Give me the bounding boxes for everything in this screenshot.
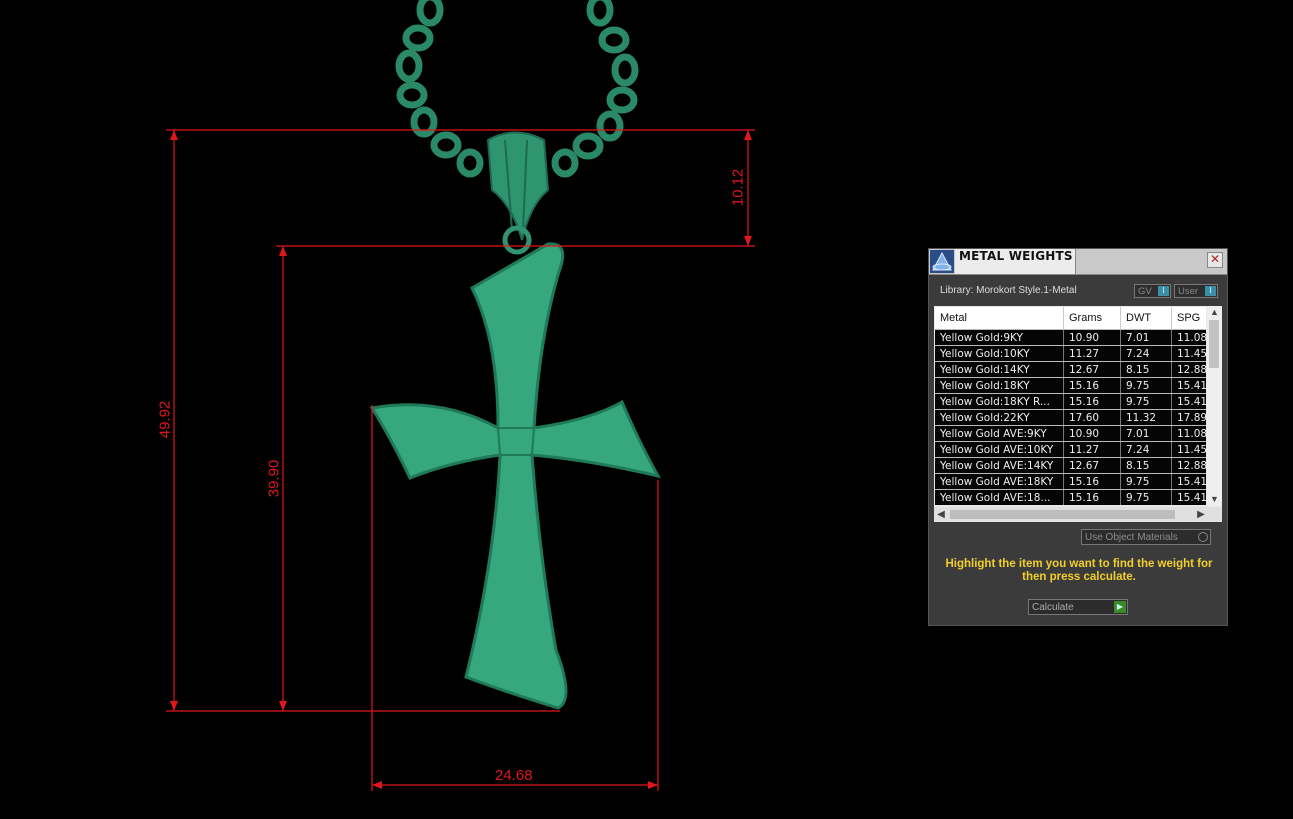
table-row[interactable]: Yellow Gold:14KY 12.67 8.15 12.88 bbox=[935, 361, 1206, 377]
library-label: Library: Morokort Style.1-Metal bbox=[940, 285, 1077, 296]
panel-title: METAL WEIGHTS bbox=[959, 249, 1073, 263]
horizontal-scrollbar[interactable]: ◀ ▶ bbox=[934, 507, 1222, 522]
table-row[interactable]: Yellow Gold AVE:10KY 11.27 7.24 11.45 bbox=[935, 441, 1206, 457]
cross bbox=[369, 242, 661, 710]
cell-grams: 12.67 bbox=[1064, 458, 1121, 473]
use-object-materials-label: Use Object Materials bbox=[1085, 532, 1178, 543]
cell-metal: Yellow Gold AVE:10KY bbox=[935, 442, 1064, 457]
cell-metal: Yellow Gold AVE:9KY bbox=[935, 426, 1064, 441]
column-header-metal[interactable]: Metal bbox=[935, 307, 1064, 329]
close-icon[interactable]: ✕ bbox=[1207, 252, 1223, 268]
table-row[interactable]: Yellow Gold:22KY 17.60 11.32 17.89 bbox=[935, 409, 1206, 425]
cell-spg: 15.41 bbox=[1172, 394, 1206, 409]
cell-spg: 15.41 bbox=[1172, 490, 1206, 505]
calculate-label: Calculate bbox=[1032, 602, 1074, 613]
toggle-switch-icon: I bbox=[1205, 286, 1216, 296]
cell-metal: Yellow Gold:18KY bbox=[935, 378, 1064, 393]
scroll-right-icon[interactable]: ▶ bbox=[1194, 507, 1208, 522]
gv-toggle-label: GV bbox=[1138, 286, 1152, 297]
table-header: Metal Grams DWT SPG bbox=[935, 307, 1206, 329]
calculate-button[interactable]: Calculate ▶ bbox=[1028, 599, 1128, 615]
cell-grams: 12.67 bbox=[1064, 362, 1121, 377]
user-toggle-label: User bbox=[1178, 286, 1199, 297]
cell-dwt: 9.75 bbox=[1121, 490, 1172, 505]
cell-metal: Yellow Gold:18KY R... bbox=[935, 394, 1064, 409]
cell-grams: 11.27 bbox=[1064, 346, 1121, 361]
table-row[interactable]: Yellow Gold:10KY 11.27 7.24 11.45 bbox=[935, 345, 1206, 361]
table-row[interactable]: Yellow Gold:18KY R... 15.16 9.75 15.41 bbox=[935, 393, 1206, 409]
cell-dwt: 7.24 bbox=[1121, 346, 1172, 361]
cell-dwt: 8.15 bbox=[1121, 458, 1172, 473]
cell-dwt: 7.01 bbox=[1121, 330, 1172, 345]
cell-dwt: 8.15 bbox=[1121, 362, 1172, 377]
metal-grid: Metal Grams DWT SPG Yellow Gold:9KY 10.90… bbox=[935, 307, 1206, 506]
cell-dwt: 9.75 bbox=[1121, 378, 1172, 393]
radio-circle-icon bbox=[1198, 532, 1208, 542]
gv-toggle[interactable]: GV I bbox=[1134, 284, 1171, 298]
cell-spg: 11.08 bbox=[1172, 330, 1206, 345]
hint-text: Highlight the item you want to find the … bbox=[945, 558, 1213, 583]
app-logo-icon bbox=[930, 250, 954, 273]
cell-metal: Yellow Gold:10KY bbox=[935, 346, 1064, 361]
cell-grams: 10.90 bbox=[1064, 426, 1121, 441]
cell-spg: 12.88 bbox=[1172, 458, 1206, 473]
bail bbox=[486, 131, 550, 241]
scroll-left-icon[interactable]: ◀ bbox=[934, 507, 948, 522]
metal-table: Metal Grams DWT SPG Yellow Gold:9KY 10.90… bbox=[934, 306, 1222, 522]
toggle-switch-icon: I bbox=[1158, 286, 1169, 296]
cell-grams: 15.16 bbox=[1064, 474, 1121, 489]
cell-dwt: 9.75 bbox=[1121, 394, 1172, 409]
cell-spg: 11.08 bbox=[1172, 426, 1206, 441]
cell-metal: Yellow Gold:22KY bbox=[935, 410, 1064, 425]
horizontal-scroll-thumb[interactable] bbox=[950, 510, 1175, 519]
dimension-width: 24.68 bbox=[495, 767, 533, 784]
vertical-scroll-thumb[interactable] bbox=[1209, 320, 1219, 368]
dimension-bail-height: 10.12 bbox=[729, 168, 747, 207]
cell-grams: 15.16 bbox=[1064, 394, 1121, 409]
cell-spg: 15.41 bbox=[1172, 378, 1206, 393]
play-icon: ▶ bbox=[1114, 601, 1126, 613]
scroll-up-icon[interactable]: ▲ bbox=[1207, 306, 1222, 319]
cell-metal: Yellow Gold:14KY bbox=[935, 362, 1064, 377]
dimension-overall-height: 49.92 bbox=[156, 400, 174, 439]
use-object-materials-toggle[interactable]: Use Object Materials bbox=[1081, 529, 1211, 545]
cell-grams: 15.16 bbox=[1064, 490, 1121, 505]
cell-metal: Yellow Gold AVE:14KY bbox=[935, 458, 1064, 473]
panel-titlebar[interactable]: METAL WEIGHTS ✕ bbox=[929, 249, 1227, 275]
cell-metal: Yellow Gold:9KY bbox=[935, 330, 1064, 345]
table-row[interactable]: Yellow Gold AVE:18KY 15.16 9.75 15.41 bbox=[935, 473, 1206, 489]
cell-spg: 17.89 bbox=[1172, 410, 1206, 425]
cell-dwt: 9.75 bbox=[1121, 474, 1172, 489]
cell-spg: 11.45 bbox=[1172, 346, 1206, 361]
scroll-down-icon[interactable]: ▼ bbox=[1207, 493, 1222, 506]
table-row[interactable]: Yellow Gold AVE:14KY 12.67 8.15 12.88 bbox=[935, 457, 1206, 473]
cell-dwt: 11.32 bbox=[1121, 410, 1172, 425]
cell-metal: Yellow Gold AVE:18KY bbox=[935, 474, 1064, 489]
user-toggle[interactable]: User I bbox=[1174, 284, 1218, 298]
cell-dwt: 7.01 bbox=[1121, 426, 1172, 441]
table-row[interactable]: Yellow Gold AVE:18... 15.16 9.75 15.41 bbox=[935, 489, 1206, 505]
column-header-dwt[interactable]: DWT bbox=[1121, 307, 1172, 329]
cell-grams: 10.90 bbox=[1064, 330, 1121, 345]
cell-metal: Yellow Gold AVE:18... bbox=[935, 490, 1064, 505]
table-row[interactable]: Yellow Gold AVE:9KY 10.90 7.01 11.08 bbox=[935, 425, 1206, 441]
cell-spg: 12.88 bbox=[1172, 362, 1206, 377]
cell-grams: 15.16 bbox=[1064, 378, 1121, 393]
vertical-scrollbar[interactable]: ▲ ▼ bbox=[1207, 306, 1222, 506]
metal-weights-panel: METAL WEIGHTS ✕ Library: Morokort Style.… bbox=[928, 248, 1228, 626]
table-row[interactable]: Yellow Gold:9KY 10.90 7.01 11.08 bbox=[935, 329, 1206, 345]
column-header-grams[interactable]: Grams bbox=[1064, 307, 1121, 329]
cell-spg: 11.45 bbox=[1172, 442, 1206, 457]
cell-dwt: 7.24 bbox=[1121, 442, 1172, 457]
dimension-cross-height: 39.90 bbox=[265, 459, 283, 498]
cell-grams: 11.27 bbox=[1064, 442, 1121, 457]
cell-grams: 17.60 bbox=[1064, 410, 1121, 425]
table-row[interactable]: Yellow Gold:18KY 15.16 9.75 15.41 bbox=[935, 377, 1206, 393]
column-header-spg[interactable]: SPG bbox=[1172, 307, 1206, 329]
cell-spg: 15.41 bbox=[1172, 474, 1206, 489]
